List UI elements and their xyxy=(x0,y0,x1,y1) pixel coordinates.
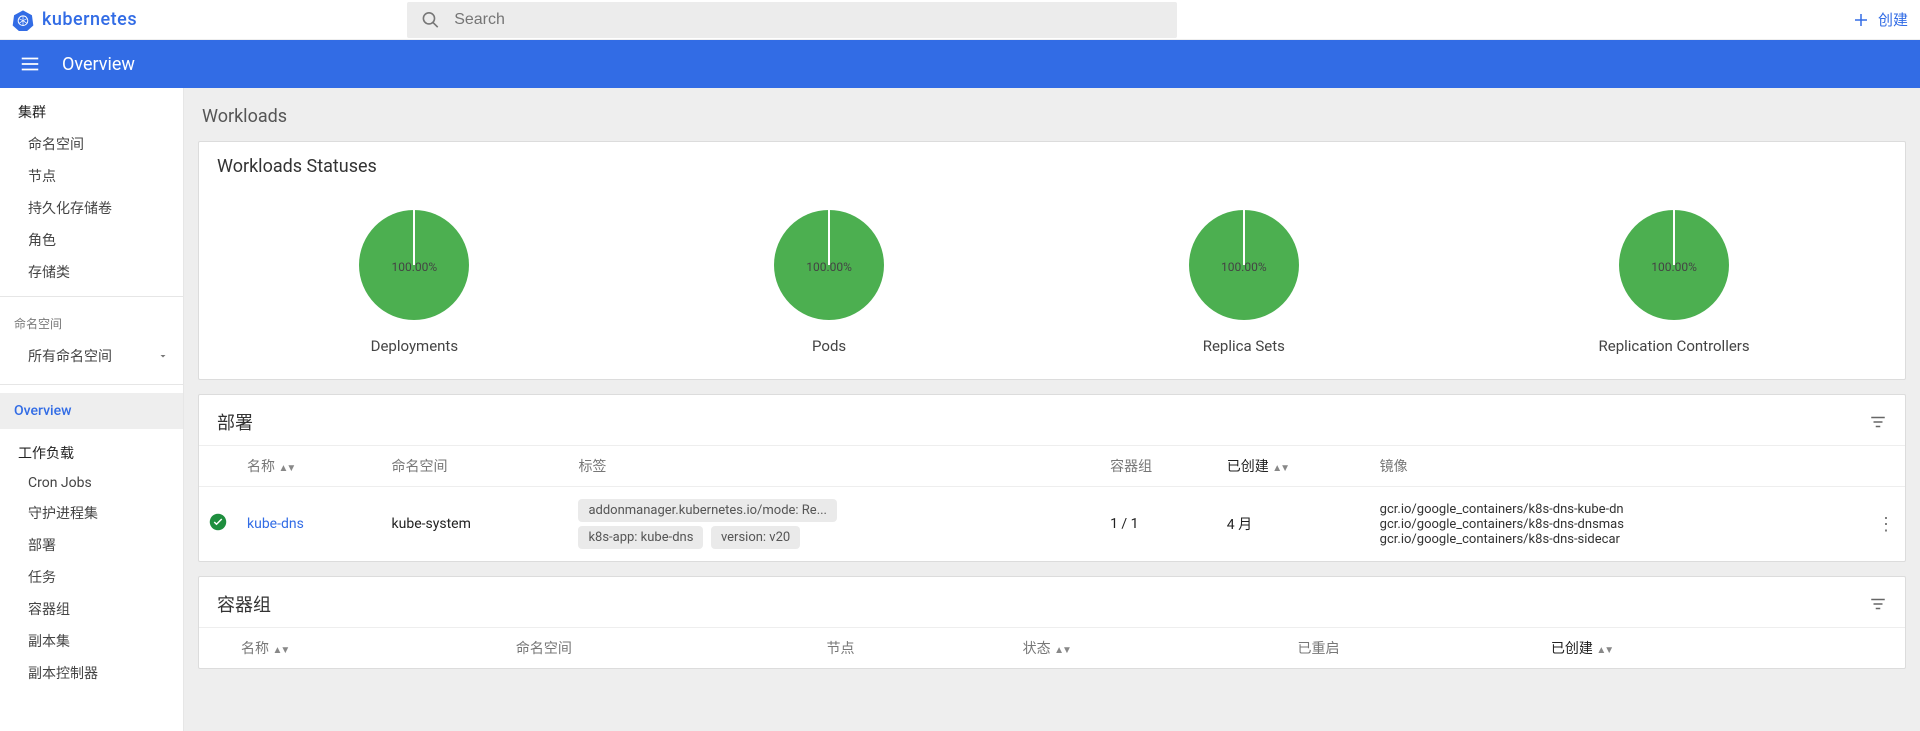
pie-percent-label: 100.00% xyxy=(806,260,852,274)
search-icon xyxy=(421,10,440,30)
sort-icon: ▲▼ xyxy=(1054,645,1070,656)
status-ok-icon xyxy=(209,513,227,531)
sidebar-item-roles[interactable]: 角色 xyxy=(0,224,183,256)
sidebar: 集群 命名空间 节点 持久化存储卷 角色 存储类 命名空间 所有命名空间 Ove… xyxy=(0,88,184,731)
search-box[interactable] xyxy=(407,2,1177,38)
divider xyxy=(0,296,183,297)
sidebar-item-replicationcontrollers[interactable]: 副本控制器 xyxy=(0,657,183,689)
col-created[interactable]: 已创建 ▲▼ xyxy=(1541,628,1873,669)
sidebar-item-pv[interactable]: 持久化存储卷 xyxy=(0,192,183,224)
kubernetes-logo-icon xyxy=(12,9,34,31)
sort-icon: ▲▼ xyxy=(278,463,294,474)
cell-pods: 1 / 1 xyxy=(1100,487,1217,562)
sort-icon: ▲▼ xyxy=(1596,645,1612,656)
col-pods[interactable]: 容器组 xyxy=(1100,446,1217,487)
status-deployments: 100.00% Deployments xyxy=(354,205,474,355)
col-labels[interactable]: 标签 xyxy=(568,446,1100,487)
namespace-picker-value: 所有命名空间 xyxy=(28,346,112,366)
search-input[interactable] xyxy=(454,11,1163,29)
sidebar-item-storageclass[interactable]: 存储类 xyxy=(0,256,183,288)
deployments-card: 部署 名称 ▲▼ 命名空间 标签 容器组 已创建 ▲▼ 镜像 xyxy=(198,394,1906,562)
label-chip[interactable]: k8s-app: kube-dns xyxy=(578,526,703,549)
page-title: Workloads xyxy=(198,102,1906,141)
status-caption: Replica Sets xyxy=(1184,337,1304,355)
sidebar-item-namespaces[interactable]: 命名空间 xyxy=(0,128,183,160)
topbar: kubernetes 创建 xyxy=(0,0,1920,40)
appbar-title: Overview xyxy=(62,54,135,75)
sidebar-namespace-label: 命名空间 xyxy=(0,305,183,336)
sidebar-section-cluster: 集群 xyxy=(0,88,183,128)
col-created[interactable]: 已创建 ▲▼ xyxy=(1217,446,1370,487)
status-replicasets: 100.00% Replica Sets xyxy=(1184,205,1304,355)
brand-text: kubernetes xyxy=(42,9,137,30)
sidebar-item-pods[interactable]: 容器组 xyxy=(0,593,183,625)
col-restarts[interactable]: 已重启 xyxy=(1288,628,1541,669)
pie-percent-label: 100.00% xyxy=(392,260,438,274)
create-button[interactable]: 创建 xyxy=(1852,9,1908,30)
col-namespace[interactable]: 命名空间 xyxy=(382,446,569,487)
status-caption: Replication Controllers xyxy=(1599,337,1750,355)
sidebar-item-cronjobs[interactable]: Cron Jobs xyxy=(0,469,183,497)
divider xyxy=(0,384,183,385)
status-pods: 100.00% Pods xyxy=(769,205,889,355)
namespace-picker[interactable]: 所有命名空间 xyxy=(0,336,183,376)
statuses-title: Workloads Statuses xyxy=(217,156,377,177)
col-node[interactable]: 节点 xyxy=(816,628,1012,669)
appbar: Overview xyxy=(0,40,1920,88)
filter-icon[interactable] xyxy=(1869,413,1887,431)
pie-percent-label: 100.00% xyxy=(1651,260,1697,274)
filter-icon[interactable] xyxy=(1869,595,1887,613)
sidebar-item-jobs[interactable]: 任务 xyxy=(0,561,183,593)
create-button-label: 创建 xyxy=(1878,9,1908,30)
col-name[interactable]: 名称 ▲▼ xyxy=(231,628,506,669)
pods-card: 容器组 名称 ▲▼ 命名空间 节点 状态 ▲▼ 已重启 已创建 ▲▼ xyxy=(198,576,1906,669)
label-chip[interactable]: addonmanager.kubernetes.io/mode: Re... xyxy=(578,499,837,522)
deployment-link-kube-dns[interactable]: kube-dns xyxy=(247,516,304,532)
chevron-down-icon xyxy=(157,350,169,362)
sidebar-item-deployments[interactable]: 部署 xyxy=(0,529,183,561)
cell-labels: addonmanager.kubernetes.io/mode: Re... k… xyxy=(568,487,1100,562)
brand[interactable]: kubernetes xyxy=(12,9,137,31)
col-name[interactable]: 名称 ▲▼ xyxy=(237,446,382,487)
hamburger-icon xyxy=(19,53,41,75)
sidebar-item-replicasets[interactable]: 副本集 xyxy=(0,625,183,657)
pods-title: 容器组 xyxy=(217,591,271,617)
status-caption: Pods xyxy=(769,337,889,355)
status-caption: Deployments xyxy=(354,337,474,355)
sidebar-item-daemonsets[interactable]: 守护进程集 xyxy=(0,497,183,529)
col-namespace[interactable]: 命名空间 xyxy=(506,628,817,669)
cell-created: 4 月 xyxy=(1217,487,1370,562)
sort-icon: ▲▼ xyxy=(272,645,288,656)
deployments-title: 部署 xyxy=(217,409,253,435)
table-row: kube-dns kube-system addonmanager.kubern… xyxy=(199,487,1905,562)
cell-namespace: kube-system xyxy=(382,487,569,562)
workloads-statuses-card: Workloads Statuses 100.00% Deployments xyxy=(198,141,1906,380)
content: Workloads Workloads Statuses 100.00% Dep… xyxy=(184,88,1920,731)
plus-icon xyxy=(1852,11,1870,29)
sidebar-item-overview[interactable]: Overview xyxy=(0,393,183,429)
cell-images: gcr.io/google_containers/k8s-dns-kube-dn… xyxy=(1370,487,1867,562)
sort-icon: ▲▼ xyxy=(1272,463,1288,474)
hamburger-menu-button[interactable] xyxy=(18,52,42,76)
label-chip[interactable]: version: v20 xyxy=(711,526,800,549)
col-images[interactable]: 镜像 xyxy=(1370,446,1867,487)
pie-percent-label: 100.00% xyxy=(1221,260,1267,274)
sidebar-section-workloads: 工作负载 xyxy=(0,429,183,469)
sidebar-item-nodes[interactable]: 节点 xyxy=(0,160,183,192)
status-replicationcontrollers: 100.00% Replication Controllers xyxy=(1599,205,1750,355)
col-status[interactable]: 状态 ▲▼ xyxy=(1013,628,1288,669)
row-actions-button[interactable]: ⋮ xyxy=(1877,514,1895,535)
